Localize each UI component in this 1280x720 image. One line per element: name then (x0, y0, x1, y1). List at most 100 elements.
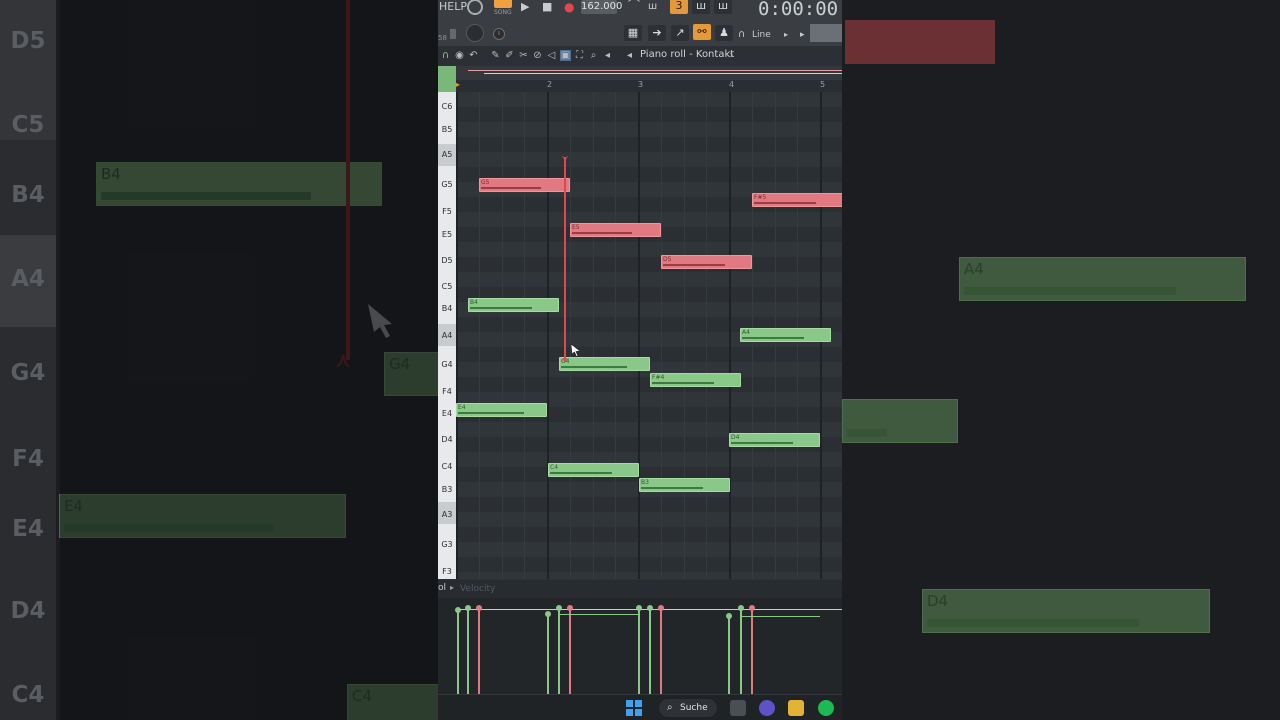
piano-key-f5[interactable]: F5 (438, 207, 456, 216)
velocity-stem[interactable] (556, 605, 562, 694)
piano-key-d4[interactable]: D4 (438, 435, 456, 444)
note-e5[interactable]: E5 (570, 223, 661, 237)
playhead-top-marker-icon[interactable]: ⋎ (559, 155, 571, 165)
velocity-stem[interactable] (455, 607, 461, 694)
note-c4[interactable]: C4 (548, 463, 639, 477)
stamp-icon[interactable]: ♟ (715, 25, 733, 41)
spotify-icon[interactable] (818, 700, 834, 716)
tempo-knob[interactable]: ı (493, 28, 505, 40)
stop-icon[interactable]: ■ (542, 0, 552, 14)
note-g4[interactable]: G4 (559, 357, 650, 371)
teams-chat-icon[interactable] (759, 700, 775, 716)
playback-tool-icon[interactable]: ◂ (602, 50, 613, 61)
piano-key-e5[interactable]: E5 (438, 230, 456, 239)
event-target-dropdown-icon[interactable]: ▸ (450, 583, 454, 592)
windows-start-icon[interactable] (626, 700, 642, 716)
piano-key-a4[interactable]: A4 (438, 331, 456, 340)
metronome-icon[interactable]: ⌒ (628, 0, 640, 12)
snap-dropdown-icon[interactable]: ▸ (784, 28, 788, 42)
undo-icon[interactable]: ↶ (468, 50, 479, 61)
title-chevron-icon[interactable]: › (726, 50, 737, 61)
note-b3[interactable]: B3 (639, 478, 730, 492)
song-mode-label: SONG (494, 9, 512, 16)
piano-key-c6[interactable]: C6 (438, 102, 456, 111)
playhead-line[interactable] (564, 157, 566, 362)
velocity-stem[interactable] (726, 613, 732, 694)
note-fsharp4[interactable]: F#4 (650, 373, 741, 387)
piano-key-c4[interactable]: C4 (438, 462, 456, 471)
piano-key-a3[interactable]: A3 (438, 510, 456, 519)
piano-key-b3[interactable]: B3 (438, 485, 456, 494)
piano-key-g4[interactable]: G4 (438, 360, 456, 369)
link-icon[interactable]: ⚯ (693, 24, 711, 40)
velocity-stem[interactable] (647, 605, 653, 694)
piano-key-d5[interactable]: D5 (438, 256, 456, 265)
record-icon[interactable]: ● (564, 0, 574, 14)
brush-icon[interactable]: ↗ (671, 25, 689, 41)
pencil-icon[interactable]: ✎ (490, 50, 501, 61)
piano-key-g5[interactable]: G5 (438, 180, 456, 189)
note-label: F#4 (652, 374, 665, 381)
grid-row-band (456, 572, 842, 579)
velocity-stem[interactable] (738, 605, 744, 694)
piano-keyboard[interactable]: C6 B5 A5 G5 F5 E5 D5 C5 B4 A4 G4 F4 E4 D4 C4 B3 A3 G3 F3 (438, 92, 456, 579)
velocity-stem[interactable] (658, 605, 664, 694)
snap-mode-label[interactable]: Line (752, 28, 771, 42)
velocity-stem[interactable] (749, 605, 755, 694)
select-tool-icon[interactable]: ▣ (560, 50, 571, 61)
piano-key-e4[interactable]: E4 (438, 409, 456, 418)
note-g5[interactable]: G5 (479, 178, 570, 192)
master-pitch-knob[interactable] (466, 24, 484, 42)
keyboard-icon[interactable]: ▦ (624, 25, 642, 41)
timeline-ruler[interactable]: ▸ 2 3 4 5 (456, 80, 842, 92)
play-preview-icon[interactable]: ▸ (800, 28, 805, 42)
help-menu[interactable]: HELP (439, 0, 467, 14)
magnet-icon[interactable]: ∩ (738, 28, 745, 42)
grid-row-band (456, 452, 842, 467)
note-e4[interactable]: E4 (456, 403, 547, 417)
piano-key-b5[interactable]: B5 (438, 125, 456, 134)
velocity-stem[interactable] (636, 605, 642, 694)
mute-tool-icon[interactable]: ⊘ (532, 50, 543, 61)
pattern-selector[interactable]: 3 (670, 0, 688, 14)
event-target-label[interactable]: Velocity (460, 584, 495, 594)
note-label: C4 (550, 464, 559, 471)
note-a4[interactable]: A4 (740, 328, 831, 342)
tempo-display[interactable]: 162.000 (581, 0, 622, 14)
piano-key-f4[interactable]: F4 (438, 387, 456, 396)
note-grid[interactable]: G5E5D5F#5B4A4G4F#4E4D4C4B3⋎⋏ (456, 92, 842, 579)
arrow-right-icon[interactable]: ➔ (648, 25, 666, 41)
task-view-icon[interactable] (730, 700, 746, 716)
play-icon[interactable]: ▶ (521, 0, 529, 14)
taskbar-search[interactable]: ⌕ Suche (659, 699, 717, 717)
note-d5[interactable]: D5 (661, 255, 752, 269)
slice-tool-icon[interactable]: ⛶ (574, 50, 585, 61)
zoom-tool-icon[interactable]: ⌕ (588, 50, 599, 61)
velocity-lane[interactable] (438, 598, 842, 694)
brush-tool-icon[interactable]: ✐ (504, 50, 515, 61)
blend-notes-icon[interactable]: ш (692, 0, 710, 14)
file-explorer-icon[interactable] (788, 700, 804, 716)
pattern-overview[interactable] (456, 66, 842, 80)
loop-start-marker-icon[interactable]: ▸ (456, 80, 460, 89)
loop-record-icon[interactable]: ш (714, 0, 732, 14)
velocity-stem[interactable] (476, 605, 482, 694)
piano-key-c5[interactable]: C5 (438, 282, 456, 291)
master-volume-knob[interactable] (467, 0, 483, 15)
piano-key-g3[interactable]: G3 (438, 540, 456, 549)
options-icon[interactable]: ◉ (454, 50, 465, 61)
step-edit-icon[interactable]: ш (648, 0, 657, 14)
note-b4[interactable]: B4 (468, 298, 559, 312)
velocity-stem[interactable] (465, 605, 471, 694)
note-label: E4 (458, 404, 466, 411)
piano-key-f3[interactable]: F3 (438, 567, 456, 576)
velocity-stem[interactable] (545, 611, 551, 694)
piano-key-b4[interactable]: B4 (438, 304, 456, 313)
snap-icon[interactable]: ∩ (440, 50, 451, 61)
delete-tool-icon[interactable]: ✂ (518, 50, 529, 61)
piano-key-a5[interactable]: A5 (438, 150, 456, 159)
velocity-stem[interactable] (567, 605, 573, 694)
slip-tool-icon[interactable]: ◁ (546, 50, 557, 61)
note-fsharp5[interactable]: F#5 (752, 193, 842, 207)
note-d4[interactable]: D4 (729, 433, 820, 447)
